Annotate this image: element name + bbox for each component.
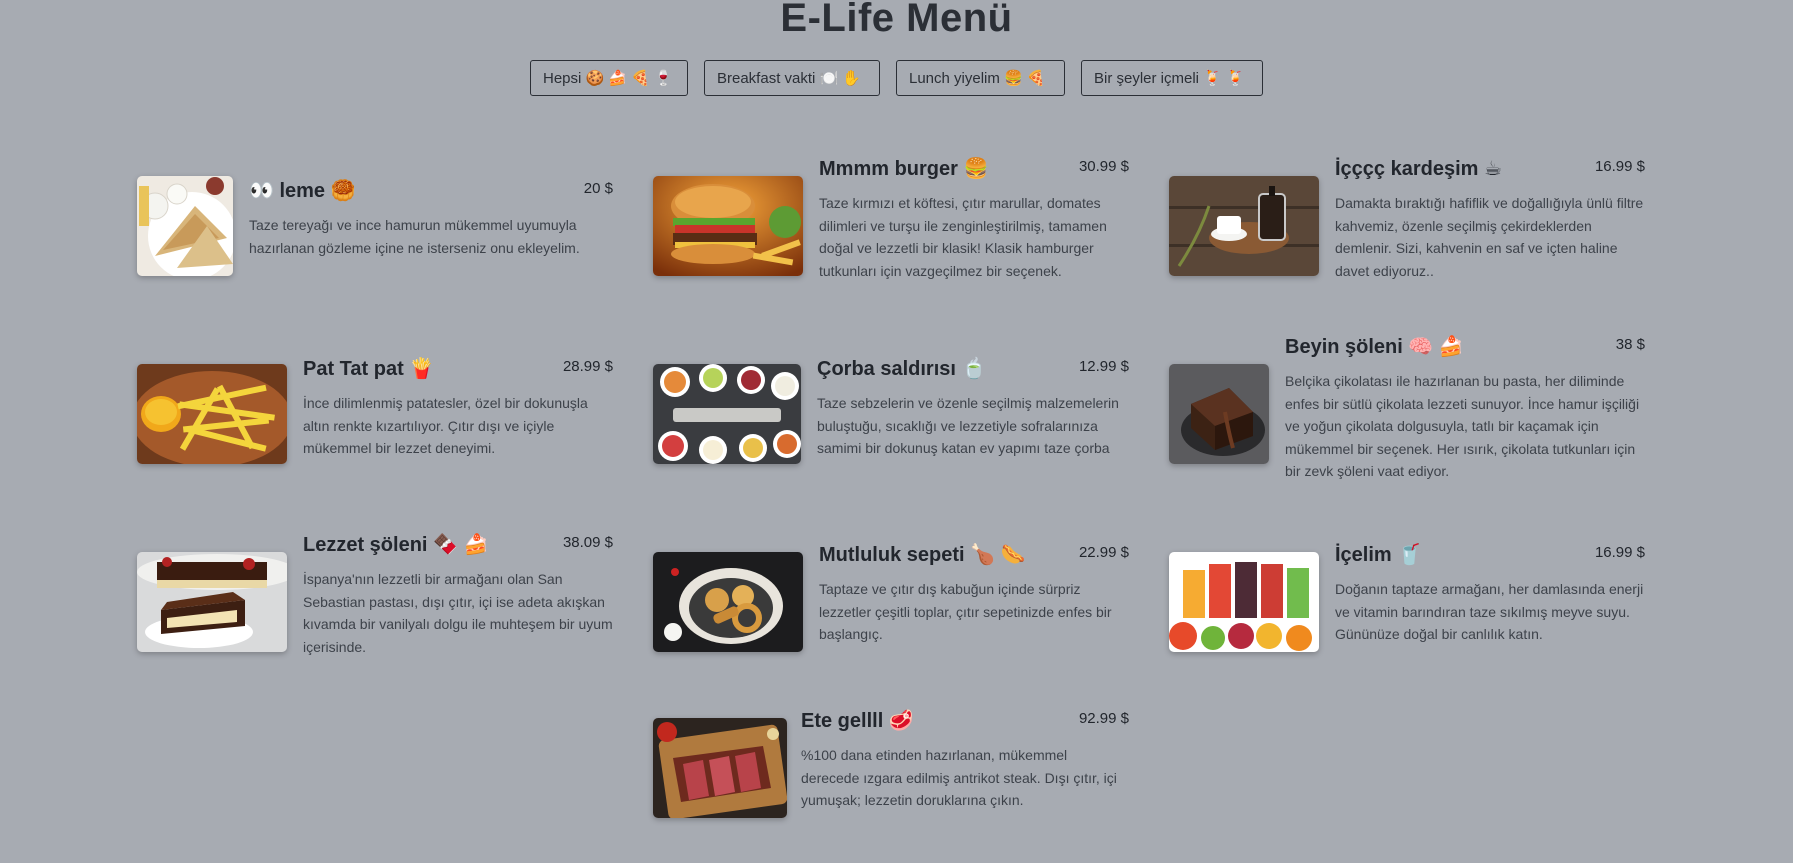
item-name: Ete gellll 🥩 (801, 710, 914, 732)
item-name: Lezzet şöleni 🍫 🍰 (303, 534, 489, 556)
menu-item: İçelim 🥤 16.99 $ Doğanın taptaze armağan… (1169, 542, 1645, 652)
item-name: Mutluluk sepeti 🍗 🌭 (819, 544, 1026, 566)
item-price: 92.99 $ (1078, 710, 1129, 727)
soup-photo (653, 364, 801, 464)
menu-item: Çorba saldırısı 🍵 12.99 $ Taze sebzeleri… (653, 354, 1129, 464)
item-price: 16.99 $ (1594, 158, 1645, 175)
filter-breakfast-button[interactable]: Breakfast vakti 🍽️ ✋ (704, 60, 880, 96)
item-description: Damakta bıraktığı hafiflik ve doğallığıy… (1335, 195, 1644, 279)
steak-photo (653, 718, 787, 818)
item-price: 28.99 $ (562, 358, 613, 375)
filter-lunch-button[interactable]: Lunch yiyelim 🍔 🍕 (896, 60, 1065, 96)
item-price: 38.09 $ (562, 534, 613, 551)
fried-basket-photo (653, 552, 803, 652)
menu-item: Beyin şöleni 🧠 🍰 38 $ Belçika çikolatası… (1169, 334, 1645, 484)
menu-item: Pat Tat pat 🍟 28.99 $ İnce dilimlenmiş p… (137, 354, 613, 464)
item-name: Çorba saldırısı 🍵 (817, 358, 987, 380)
burger-photo (653, 176, 803, 276)
cheesecake-photo (137, 552, 287, 652)
category-filter-bar: Hepsi 🍪 🍰 🍕 🍷 Breakfast vakti 🍽️ ✋ Lunch… (0, 60, 1793, 96)
item-name: Mmmm burger 🍔 (819, 158, 989, 180)
item-description: İnce dilimlenmiş patatesler, özel bir do… (303, 395, 588, 456)
chocolate-cake-photo (1169, 364, 1269, 464)
filter-drinks-button[interactable]: Bir şeyler içmeli 🍹 🍹 (1081, 60, 1263, 96)
item-name: İçelim 🥤 (1335, 544, 1423, 566)
menu-item: İçççç kardeşim ☕ 16.99 $ Damakta bıraktı… (1169, 156, 1645, 286)
item-price: 12.99 $ (1078, 358, 1129, 375)
item-price: 16.99 $ (1594, 544, 1645, 561)
quesadilla-photo (137, 176, 233, 276)
item-description: Belçika çikolatası ile hazırlanan bu pas… (1285, 373, 1640, 479)
item-price: 38 $ (1615, 336, 1645, 353)
fries-photo (137, 364, 287, 464)
menu-item: Mmmm burger 🍔 30.99 $ Taze kırmızı et kö… (653, 156, 1129, 286)
item-name: Beyin şöleni 🧠 🍰 (1285, 336, 1464, 358)
item-price: 22.99 $ (1078, 544, 1129, 561)
juice-photo (1169, 552, 1319, 652)
item-price: 20 $ (583, 180, 613, 197)
item-description: %100 dana etinden hazırlanan, mükemmel d… (801, 747, 1117, 808)
item-name: 👀 leme 🥮 (249, 180, 356, 202)
menu-item: Mutluluk sepeti 🍗 🌭 22.99 $ Taptaze ve ç… (653, 542, 1129, 652)
item-description: Taptaze ve çıtır dış kabuğun içinde sürp… (819, 581, 1112, 642)
item-description: İspanya'nın lezzetli bir armağanı olan S… (303, 571, 613, 655)
menu-item: Lezzet şöleni 🍫 🍰 38.09 $ İspanya'nın le… (137, 532, 613, 662)
item-description: Taze tereyağı ve ince hamurun mükemmel u… (249, 217, 580, 256)
item-description: Taze kırmızı et köftesi, çıtır marullar,… (819, 195, 1107, 279)
item-description: Doğanın taptaze armağanı, her damlasında… (1335, 581, 1644, 642)
item-description: Taze sebzelerin ve özenle seçilmiş malze… (817, 395, 1119, 456)
item-price: 30.99 $ (1078, 158, 1129, 175)
page-title: E-Life Menü (780, 0, 1013, 40)
coffee-photo (1169, 176, 1319, 276)
menu-item: Ete gellll 🥩 92.99 $ %100 dana etinden h… (653, 708, 1129, 818)
menu-item: 👀 leme 🥮 20 $ Taze tereyağı ve ince hamu… (137, 166, 613, 286)
filter-all-button[interactable]: Hepsi 🍪 🍰 🍕 🍷 (530, 60, 688, 96)
item-name: İçççç kardeşim ☕ (1335, 158, 1502, 180)
item-name: Pat Tat pat 🍟 (303, 358, 435, 380)
